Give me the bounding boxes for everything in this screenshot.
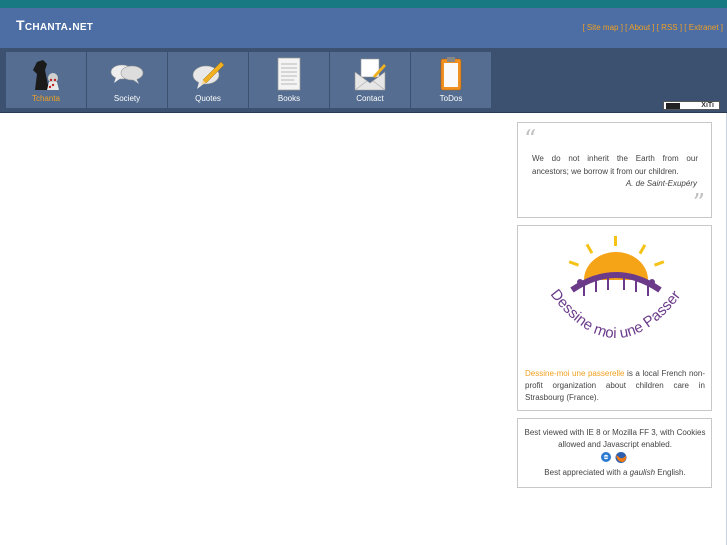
firefox-browser-icon[interactable] (614, 451, 628, 464)
quote-box: “ We do not inherit the Earth from our a… (517, 122, 712, 218)
nav-label-contact: Contact (356, 94, 384, 103)
close-quote-icon: ” (692, 189, 705, 217)
browser-icons (600, 451, 630, 464)
open-quote-icon: “ (524, 125, 537, 153)
link-extranet[interactable]: Extranet (689, 23, 719, 32)
nav-label-tchanta: Tchanta (31, 94, 61, 103)
quote-text: We do not inherit the Earth from our anc… (532, 154, 698, 176)
xiti-badge[interactable]: XiTi (663, 101, 720, 110)
link-about[interactable]: About (629, 23, 650, 32)
nav-item-tchanta[interactable]: Tchanta (6, 52, 87, 108)
quote-author: A. de Saint-Exupéry (625, 179, 697, 188)
nav-item-society[interactable]: Society (87, 52, 168, 108)
best-viewed-text: Best viewed with IE 8 or Mozilla FF 3, w… (524, 428, 706, 449)
speech-bubbles-icon (110, 64, 144, 84)
link-site-map[interactable]: Site map (587, 23, 619, 32)
nav-item-books[interactable]: Books (249, 52, 330, 108)
nav-item-todos[interactable]: ToDos (411, 52, 492, 108)
best-viewed-box: Best viewed with IE 8 or Mozilla FF 3, w… (517, 418, 712, 488)
nav-menu: Tchanta Society Quotes Books Contact ToD… (6, 52, 492, 108)
nav-label-quotes: Quotes (195, 94, 221, 103)
best-appreciated-text: Best appreciated with a gaulish English. (522, 468, 708, 477)
passerelle-description: Dessine-moi une passerelle is a local Fr… (525, 368, 705, 404)
nav-item-contact[interactable]: Contact (330, 52, 411, 108)
chess-pieces-icon (33, 60, 59, 90)
nav-label-books: Books (277, 94, 301, 103)
best-appreciated-suffix: English. (655, 468, 686, 477)
passerelle-link[interactable]: Dessine-moi une passerelle (525, 369, 624, 378)
top-accent-bar (0, 0, 727, 8)
site-header: Tchanta.net [ Site map ] [ About ] [ RSS… (0, 8, 727, 48)
xiti-label: XiTi (701, 102, 714, 109)
envelope-icon (354, 58, 386, 91)
clipboard-icon (440, 57, 462, 91)
svg-text:Dessine moi une Passerelle: Dessine moi une Passerelle (536, 232, 684, 342)
site-title[interactable]: Tchanta.net (16, 17, 93, 33)
passerelle-logo-text: Dessine moi une Passerelle (536, 232, 684, 342)
passerelle-box: Dessine moi une Passerelle Dessine-moi u… (517, 225, 712, 411)
nav-item-quotes[interactable]: Quotes (168, 52, 249, 108)
nav-label-todos: ToDos (439, 94, 463, 103)
ie-browser-icon[interactable] (600, 451, 612, 463)
top-links: [ Site map ] [ About ] [ RSS ] [ Extrane… (582, 23, 723, 32)
best-appreciated-em: gaulish (629, 468, 656, 477)
best-appreciated-prefix: Best appreciated with a (544, 468, 630, 477)
nav-label-society: Society (113, 94, 141, 103)
link-rss[interactable]: RSS (661, 23, 677, 32)
xiti-bars-icon (666, 103, 680, 109)
main-navigation-bar: Tchanta Society Quotes Books Contact ToD… (0, 48, 727, 113)
pencil-bubble-icon (192, 61, 225, 89)
document-page-icon (277, 57, 301, 91)
passerelle-logo[interactable]: Dessine moi une Passerelle (536, 232, 696, 362)
